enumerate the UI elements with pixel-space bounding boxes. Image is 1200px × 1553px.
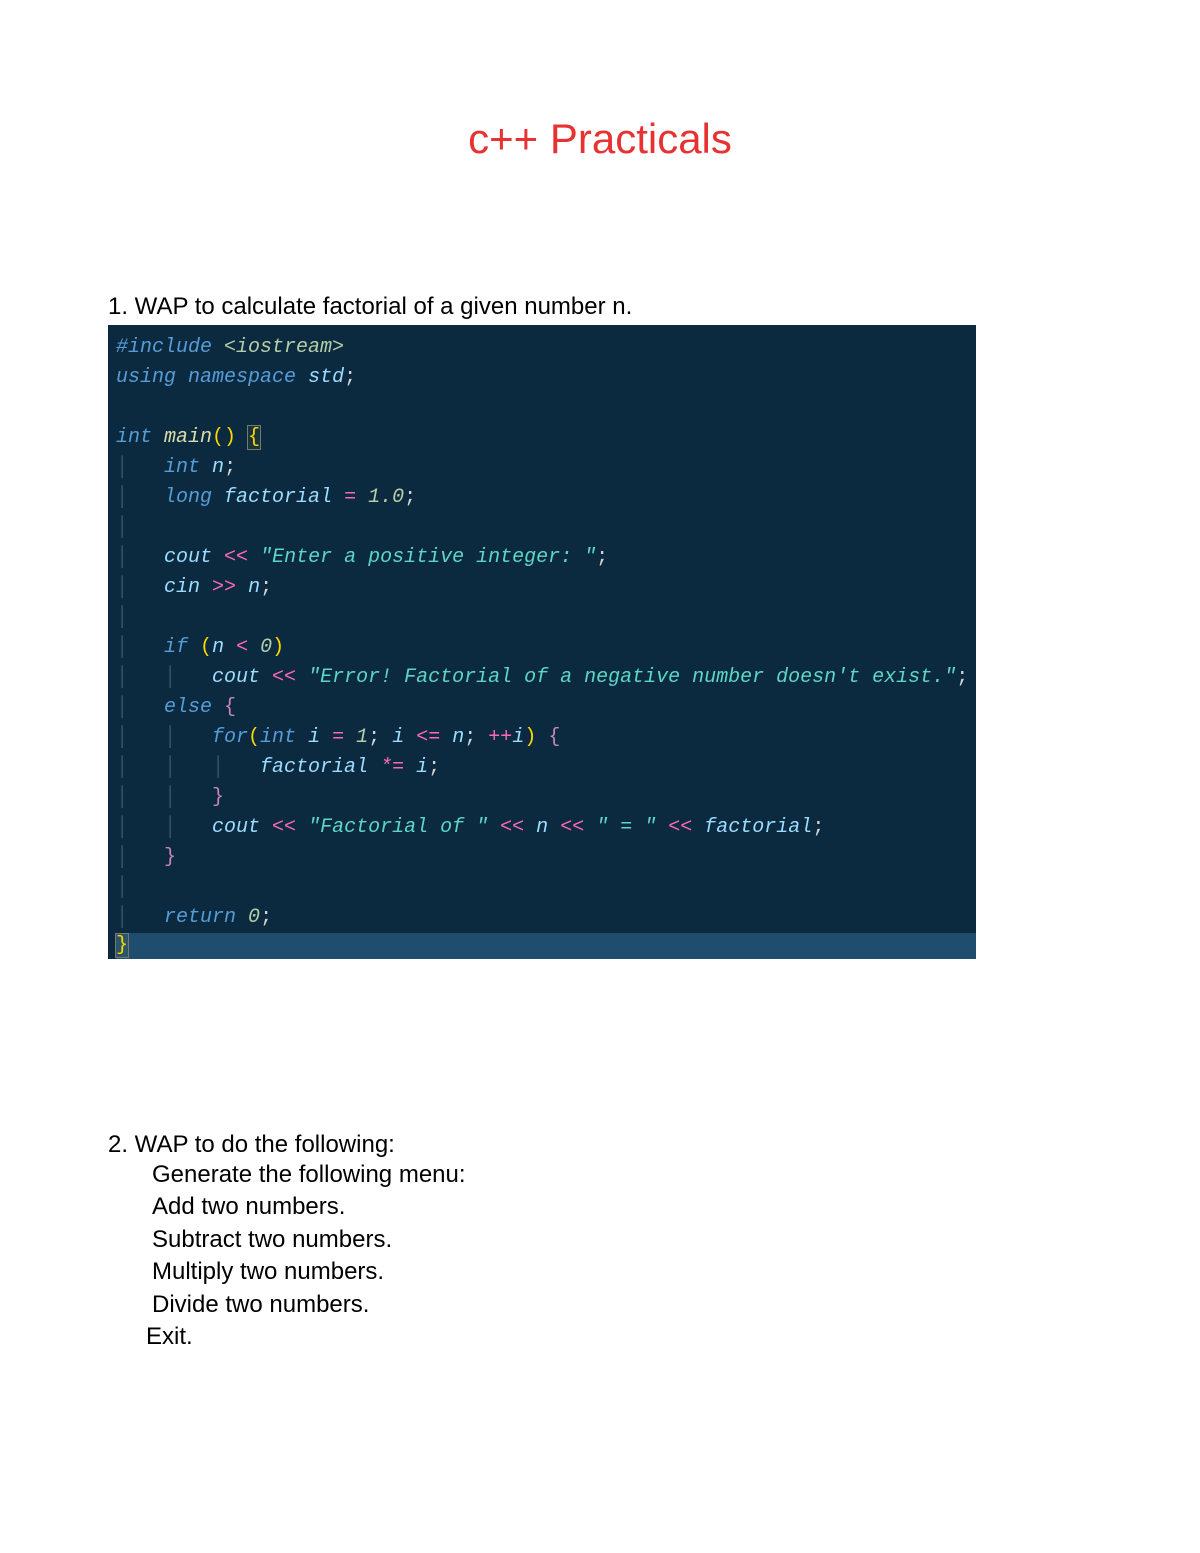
code-var-n2: n	[248, 576, 260, 599]
page-title: c++ Practicals	[0, 0, 1200, 163]
question-2-sub-generate: Generate the following menu:	[108, 1159, 1092, 1191]
code-var-i4: i	[416, 756, 428, 779]
code-var-factorial3: factorial	[704, 816, 812, 839]
code-brace-highlight: {	[248, 426, 260, 449]
code-include-keyword: #include	[116, 336, 212, 359]
code-int: int	[116, 426, 152, 449]
content-area: 1. WAP to calculate factorial of a given…	[0, 293, 1200, 1353]
question-2-sub-subtract: Subtract two numbers.	[108, 1224, 1092, 1256]
code-string-1: "Enter a positive integer: "	[260, 546, 596, 569]
code-cout1: cout	[164, 546, 212, 569]
code-var-i3: i	[512, 726, 524, 749]
question-2-sub-add: Add two numbers.	[108, 1191, 1092, 1223]
code-main: main	[164, 426, 212, 449]
question-2-sub-divide: Divide two numbers.	[108, 1289, 1092, 1321]
code-string-eq: " = "	[596, 816, 656, 839]
code-var-n4: n	[452, 726, 464, 749]
code-namespace-keyword: namespace	[188, 366, 296, 389]
question-2-text: 2. WAP to do the following:	[108, 1131, 1092, 1159]
code-num-1: 1.0	[368, 486, 404, 509]
code-string-factof: "Factorial of "	[308, 816, 488, 839]
code-brace-end-highlight: }	[116, 934, 128, 957]
code-num-1b: 1	[356, 726, 368, 749]
code-cout2: cout	[212, 666, 260, 689]
code-num-0b: 0	[248, 906, 260, 929]
code-std: std	[308, 366, 344, 389]
code-var-n: n	[212, 456, 224, 479]
code-string-error: "Error! Factorial of a negative number d…	[308, 666, 956, 689]
code-num-0: 0	[260, 636, 272, 659]
code-var-factorial: factorial	[224, 486, 332, 509]
code-if: if	[164, 636, 188, 659]
code-var-i: i	[308, 726, 320, 749]
code-int2: int	[164, 456, 200, 479]
code-var-i2: i	[392, 726, 404, 749]
code-else: else	[164, 696, 212, 719]
code-using-keyword: using	[116, 366, 176, 389]
code-var-n3: n	[212, 636, 224, 659]
code-cout3: cout	[212, 816, 260, 839]
code-var-factorial2: factorial	[260, 756, 368, 779]
code-var-n5: n	[536, 816, 548, 839]
code-return: return	[164, 906, 236, 929]
question-2-sub-exit: Exit.	[108, 1321, 1092, 1353]
code-editor: #include <iostream> using namespace std;…	[108, 325, 976, 959]
question-2-sub-multiply: Multiply two numbers.	[108, 1256, 1092, 1288]
code-int3: int	[260, 726, 296, 749]
question-1-text: 1. WAP to calculate factorial of a given…	[108, 293, 1092, 321]
code-cin: cin	[164, 576, 200, 599]
code-header-name: <iostream>	[224, 336, 344, 359]
code-long: long	[164, 486, 212, 509]
code-block-container: #include <iostream> using namespace std;…	[108, 325, 976, 959]
code-for: for	[212, 726, 248, 749]
